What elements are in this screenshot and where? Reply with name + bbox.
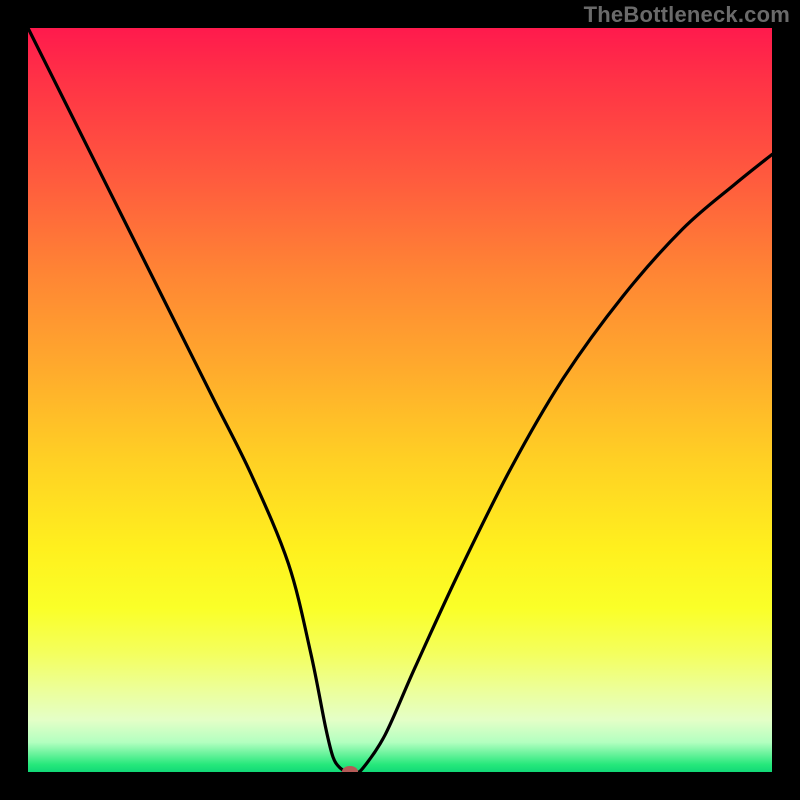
plot-area <box>28 28 772 772</box>
chart-frame: TheBottleneck.com <box>0 0 800 800</box>
bottleneck-marker <box>342 766 358 772</box>
bottleneck-curve <box>28 28 772 772</box>
watermark-text: TheBottleneck.com <box>584 2 790 28</box>
